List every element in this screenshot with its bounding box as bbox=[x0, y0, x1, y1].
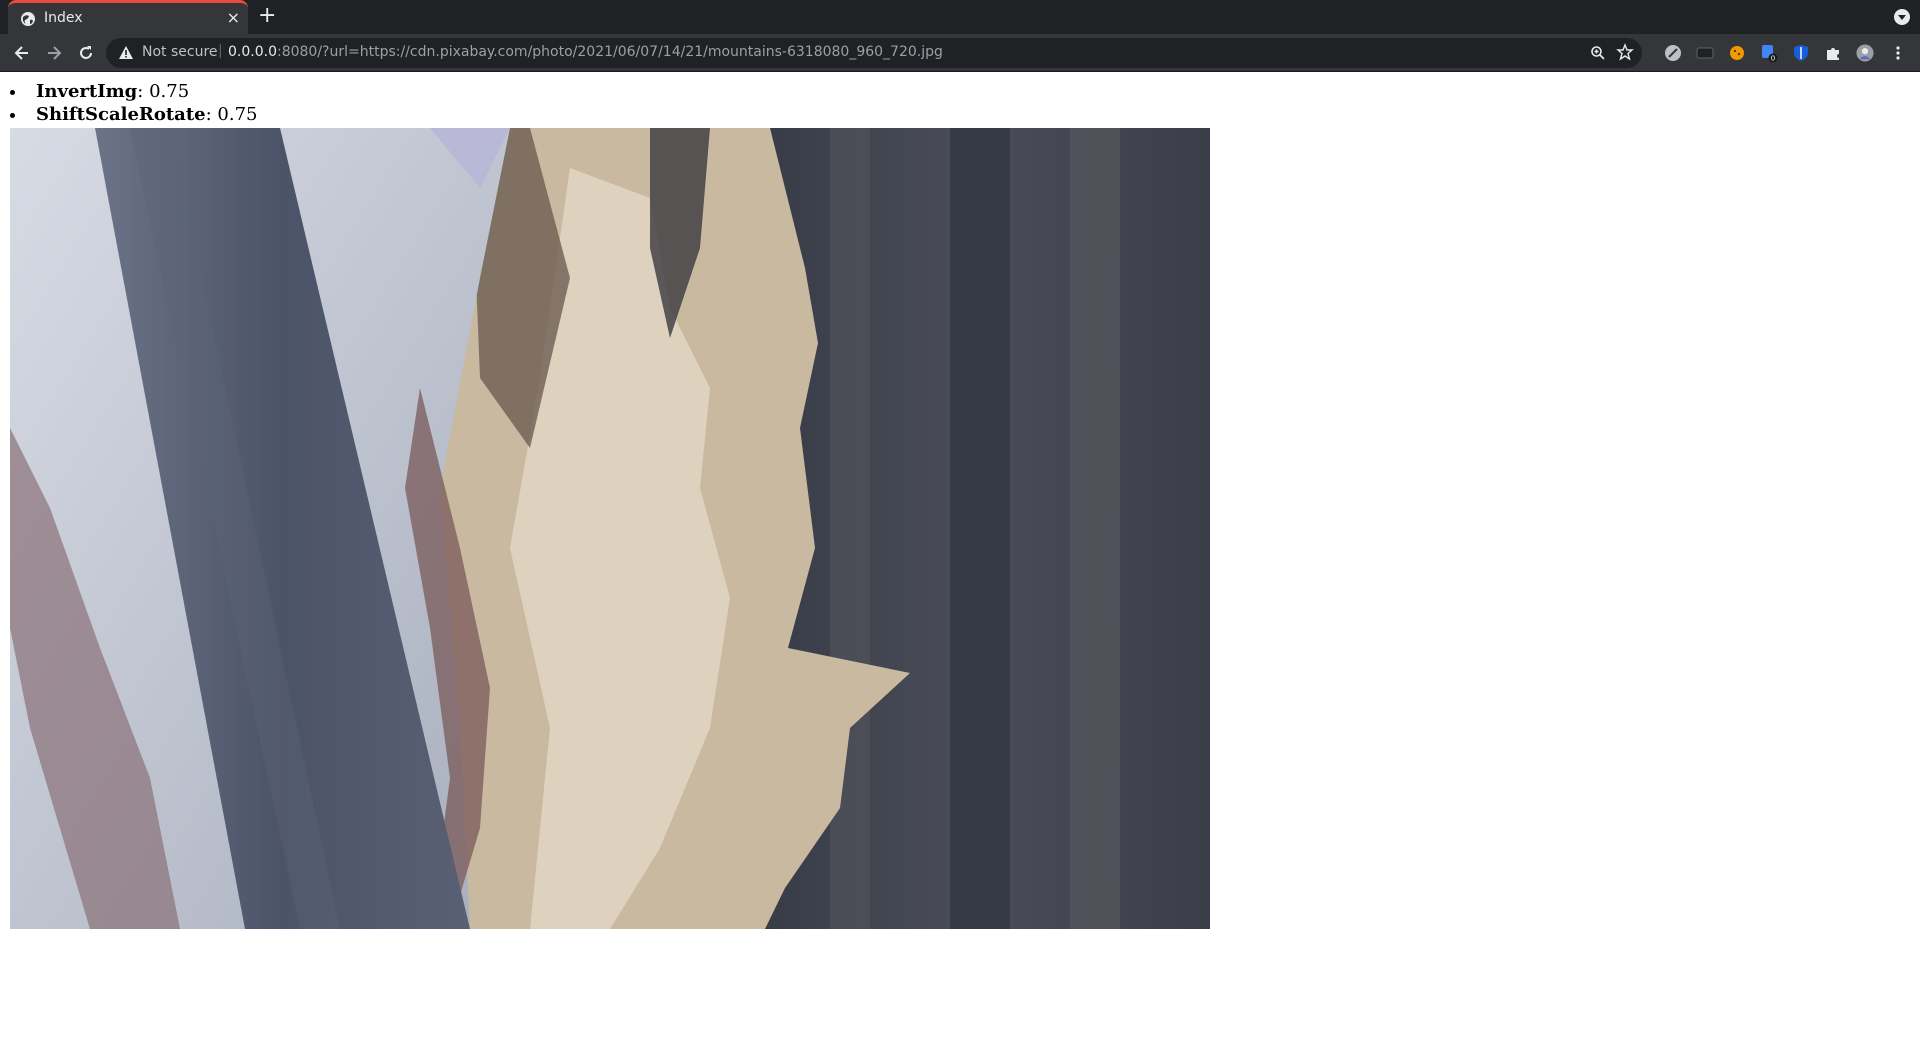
url-path: :8080/?url=https://cdn.pixabay.com/photo… bbox=[276, 44, 943, 60]
omnibox-divider: | bbox=[218, 43, 223, 59]
browser-toolbar: Not secure | 0.0.0.0:8080/?url=https://c… bbox=[0, 34, 1920, 72]
tab-search-icon[interactable] bbox=[1894, 9, 1910, 25]
puzzle-icon[interactable] bbox=[1824, 44, 1842, 62]
extension-2-icon[interactable] bbox=[1696, 44, 1714, 62]
list-item: ShiftScaleRotate: 0.75 bbox=[0, 103, 257, 126]
address-bar[interactable]: Not secure | 0.0.0.0:8080/?url=https://c… bbox=[106, 38, 1642, 68]
url-host: 0.0.0.0 bbox=[228, 44, 277, 60]
security-label[interactable]: Not secure bbox=[142, 44, 218, 60]
augmentation-list: InvertImg: 0.75 ShiftScaleRotate: 0.75 bbox=[0, 80, 257, 126]
url-text[interactable]: 0.0.0.0:8080/?url=https://cdn.pixabay.co… bbox=[228, 44, 943, 60]
augmented-image bbox=[10, 128, 1210, 929]
tab-strip: Index × + bbox=[0, 0, 1920, 34]
globe-icon bbox=[21, 12, 35, 26]
page-content: InvertImg: 0.75 ShiftScaleRotate: 0.75 bbox=[0, 72, 1920, 1043]
browser-tab[interactable]: Index × bbox=[8, 0, 248, 34]
avatar[interactable] bbox=[1856, 44, 1874, 62]
tab-title: Index bbox=[44, 10, 83, 26]
param-name: InvertImg bbox=[36, 81, 138, 102]
param-value: : 0.75 bbox=[205, 104, 258, 125]
param-name: ShiftScaleRotate bbox=[36, 104, 206, 125]
warning-icon[interactable] bbox=[118, 45, 134, 61]
forward-icon[interactable] bbox=[44, 43, 64, 63]
back-icon[interactable] bbox=[12, 43, 32, 63]
zoom-icon[interactable] bbox=[1590, 45, 1606, 61]
extension-1-icon[interactable] bbox=[1664, 44, 1682, 62]
shield-icon[interactable] bbox=[1792, 44, 1810, 62]
tab-close-icon[interactable]: × bbox=[227, 8, 240, 27]
kebab-menu-icon[interactable] bbox=[1889, 44, 1907, 62]
cookie-icon[interactable] bbox=[1728, 44, 1746, 62]
param-value: : 0.75 bbox=[137, 81, 190, 102]
reload-icon[interactable] bbox=[76, 43, 96, 63]
star-icon[interactable] bbox=[1616, 43, 1634, 61]
list-item: InvertImg: 0.75 bbox=[0, 80, 257, 103]
new-tab-button[interactable]: + bbox=[258, 3, 276, 28]
extension-badge-count: 0 bbox=[1771, 55, 1775, 63]
extension-badge-icon[interactable]: 0 bbox=[1760, 44, 1778, 62]
